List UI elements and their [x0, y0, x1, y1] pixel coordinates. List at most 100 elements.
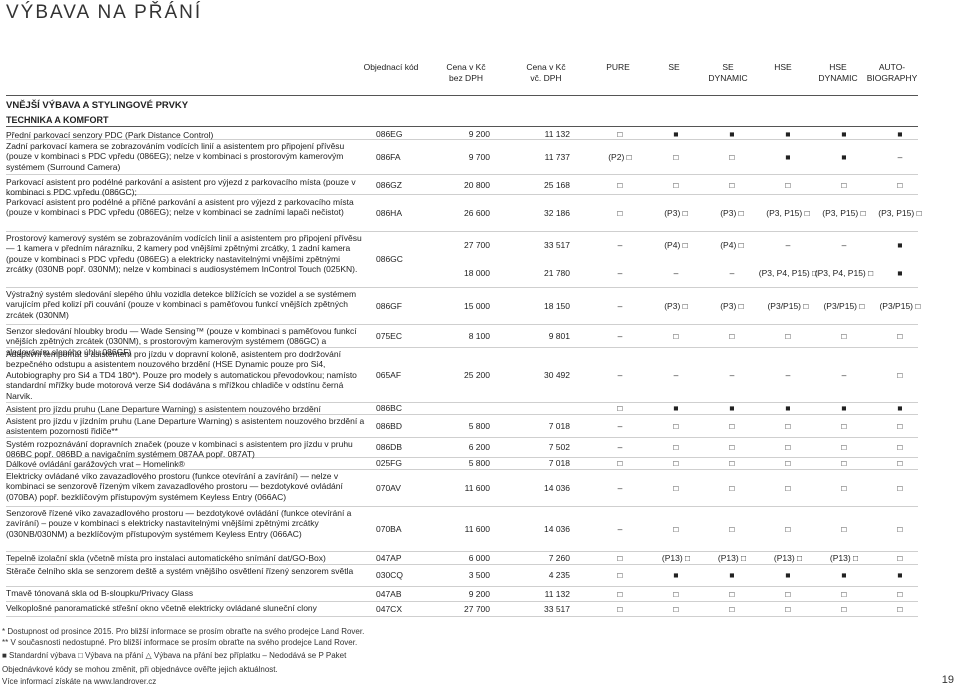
header-model-pure: PURE	[606, 62, 630, 72]
row-availability: ■	[841, 151, 847, 162]
header-model-se: SE	[668, 62, 680, 72]
row-code: 086GF	[376, 300, 402, 311]
row-availability: –	[785, 240, 791, 250]
row-availability: □	[729, 603, 735, 614]
row-availability: □	[841, 420, 847, 431]
row-availability: (P3/P15) □	[879, 300, 921, 311]
row-price-vat: 25 168	[544, 179, 570, 190]
row-availability: □	[841, 442, 847, 452]
row-availability: –	[617, 300, 623, 311]
row-availability: □	[897, 523, 903, 534]
row-availability: –	[617, 442, 623, 452]
row-price-vat: 4 235	[548, 570, 570, 580]
row-code: 086EG	[376, 128, 403, 139]
row-price-vat: 7 502	[548, 442, 570, 452]
row-price-net: 9 700	[468, 151, 490, 162]
header-price-vat: Cena v Kč vč. DPH	[526, 62, 566, 83]
row-availability: □	[617, 603, 623, 614]
row-description: Tmavě tónovaná skla od B-sloupku/Privacy…	[6, 588, 194, 598]
row-availability: ■	[673, 128, 679, 139]
row-availability: □	[617, 570, 623, 580]
row-code: 025FG	[376, 458, 402, 468]
row-availability: □	[897, 552, 903, 563]
row-availability: □	[729, 179, 735, 190]
row-availability: (P4) □	[720, 240, 744, 250]
row-availability: □	[841, 588, 847, 599]
row-price-net: 6 200	[468, 442, 490, 452]
section-title: VNĚJŠÍ VÝBAVA A STYLINGOVÉ PRVKY	[6, 100, 189, 111]
row-availability: ■	[841, 403, 847, 413]
row-availability: □	[729, 442, 735, 452]
table-row: Adaptivní tempomat s asistentem pro jízd…	[6, 347, 918, 403]
row-price-vat: 14 036	[544, 482, 570, 493]
row-availability: –	[673, 268, 679, 278]
row-availability: –	[617, 420, 623, 431]
row-description: Asistent pro jízdu v jízdním pruhu (Lane…	[6, 416, 365, 437]
row-code: 086BC	[376, 403, 402, 413]
row-availability: □	[841, 482, 847, 493]
row-availability: ■	[785, 128, 791, 139]
row-availability: ■	[897, 570, 903, 580]
row-availability: –	[617, 240, 623, 250]
row-availability: ■	[841, 128, 847, 139]
row-description: Elektricky ovládané víko zavazadlového p…	[6, 471, 343, 502]
header-model-hse-dynamic: HSE DYNAMIC	[818, 62, 858, 83]
row-availability: (P3) □	[720, 300, 744, 311]
row-availability: –	[617, 268, 623, 278]
row-code: 086BD	[376, 420, 402, 431]
subsection-title: TECHNIKA A KOMFORT	[6, 115, 109, 125]
row-code: 047AB	[376, 588, 402, 599]
row-availability: (P3, P15) □	[766, 208, 810, 218]
table-row: Prostorový kamerový systém se zobrazován…	[6, 231, 918, 288]
row-availability: ■	[673, 403, 679, 413]
row-availability: □	[673, 179, 679, 190]
row-price-vat: 11 737	[544, 151, 570, 162]
row-availability: □	[841, 523, 847, 534]
table-row: Parkovací asistent pro podélné a příčné …	[6, 195, 922, 232]
row-availability: □	[673, 151, 679, 162]
row-price-vat: 11 132	[544, 128, 570, 139]
row-availability: (P2) □	[608, 151, 632, 162]
header-model-se-dynamic: SE DYNAMIC	[708, 62, 748, 83]
row-price-net: 6 000	[468, 552, 490, 563]
row-availability: (P13) □	[829, 552, 859, 563]
row-availability: (P3, P15) □	[822, 208, 866, 218]
row-code: 075EC	[376, 330, 402, 341]
row-price-vat: 21 780	[544, 268, 570, 278]
row-availability: □	[617, 588, 623, 599]
row-availability: □	[729, 458, 735, 468]
row-availability: –	[617, 482, 623, 493]
table-row: Velkoplošné panoramatické střešní okno v…	[6, 601, 918, 617]
page-number: 19	[941, 674, 954, 686]
row-availability: □	[729, 523, 735, 534]
row-availability: □	[673, 442, 679, 452]
row-availability: ■	[729, 128, 735, 139]
row-code: 065AF	[376, 369, 402, 380]
row-availability: ■	[729, 570, 735, 580]
row-price-vat: 18 150	[544, 300, 570, 311]
row-price-vat: 33 517	[544, 240, 570, 250]
row-availability: □	[673, 588, 679, 599]
row-availability: (P13) □	[661, 552, 691, 563]
row-availability: ■	[897, 268, 903, 278]
row-availability: (P3) □	[720, 208, 744, 218]
table-row: Senzorově řízené víko zavazadlového pros…	[6, 506, 918, 552]
row-price-net: 11 600	[464, 523, 490, 534]
table-row: Stěrače čelního skla se senzorem deště a…	[6, 564, 918, 587]
row-availability: □	[729, 482, 735, 493]
row-availability: □	[841, 179, 847, 190]
row-code: 030CQ	[376, 570, 403, 580]
row-availability: (P3/P15) □	[767, 300, 809, 311]
row-price-vat: 32 186	[544, 208, 570, 218]
row-availability: –	[617, 523, 623, 534]
row-price-vat: 9 801	[548, 330, 570, 341]
row-code: 070BA	[376, 523, 402, 534]
subsection-divider	[6, 126, 918, 127]
row-description: Senzorově řízené víko zavazadlového pros…	[6, 508, 352, 539]
row-availability: □	[673, 523, 679, 534]
header-price-net: Cena v Kč bez DPH	[446, 62, 486, 83]
row-code: 086GZ	[376, 179, 402, 190]
row-availability: ■	[841, 570, 847, 580]
row-availability: □	[841, 603, 847, 614]
row-availability: ■	[673, 570, 679, 580]
